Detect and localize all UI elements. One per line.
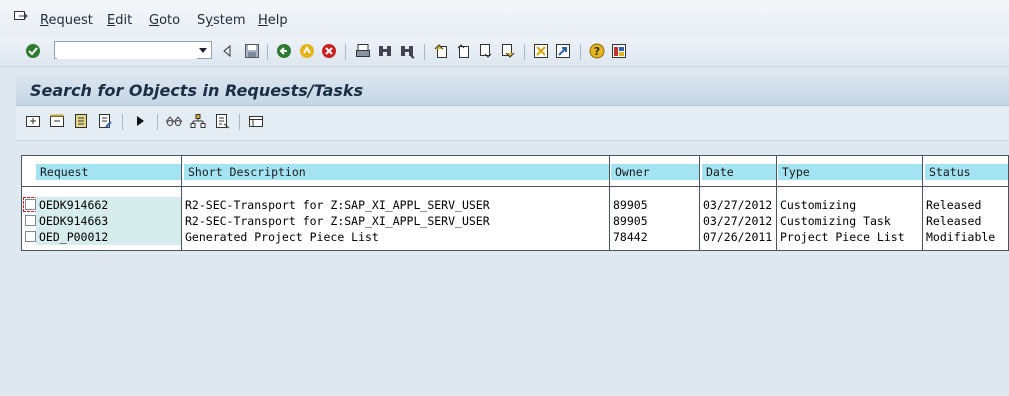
type-cell: Customizing [780, 198, 857, 212]
request-cell[interactable]: OEDK914662 [36, 197, 181, 213]
last-page-icon[interactable] [499, 42, 517, 60]
print-icon[interactable] [354, 42, 372, 60]
command-dropdown-icon[interactable] [198, 45, 208, 55]
screen-title-bar: Search for Objects in Requests/Tasks [16, 75, 1009, 106]
column-header-short-description[interactable]: Short Description [184, 164, 609, 180]
enter-icon[interactable] [24, 42, 42, 60]
row-select-checkbox[interactable] [23, 197, 38, 212]
standard-toolbar: ? [0, 36, 1009, 67]
table-row[interactable]: OED_P00012 Generated Project Piece List … [22, 229, 1008, 245]
display-icon[interactable] [72, 112, 90, 130]
find-icon[interactable] [376, 42, 394, 60]
svg-text:?: ? [594, 45, 600, 58]
menu-edit[interactable]: Edit [107, 13, 132, 28]
next-page-icon[interactable] [477, 42, 495, 60]
table-row[interactable]: OEDK914663 R2-SEC-Transport for Z:SAP_XI… [22, 213, 1008, 229]
status-cell: Modifiable [926, 230, 996, 244]
row-select-checkbox[interactable] [25, 215, 36, 226]
expand-icon[interactable] [24, 112, 42, 130]
change-icon[interactable] [96, 112, 114, 130]
menu-help[interactable]: Help [258, 13, 288, 28]
layout-icon[interactable] [247, 112, 265, 130]
back-icon[interactable] [275, 42, 293, 60]
date-cell: 03/27/2012 [703, 198, 773, 212]
request-cell[interactable]: OED_P00012 [36, 229, 181, 245]
status-cell: Released [926, 198, 982, 212]
owner-cell: 89905 [613, 214, 648, 228]
find-next-icon[interactable] [398, 42, 416, 60]
back-arrow-icon[interactable] [218, 42, 236, 60]
request-cell[interactable]: OEDK914663 [36, 213, 181, 229]
command-input[interactable] [57, 43, 197, 59]
document-icon[interactable] [213, 112, 231, 130]
description-cell: R2-SEC-Transport for Z:SAP_XI_APPL_SERV_… [185, 198, 490, 212]
help-icon[interactable]: ? [588, 42, 606, 60]
window-menu-icon[interactable] [14, 11, 28, 23]
description-cell: R2-SEC-Transport for Z:SAP_XI_APPL_SERV_… [185, 214, 490, 228]
column-header-date[interactable]: Date [702, 164, 776, 180]
row-select-checkbox[interactable] [25, 231, 36, 242]
type-cell: Customizing Task [780, 214, 891, 228]
results-table: Request Short Description Owner Date Typ… [21, 155, 1009, 251]
first-page-icon[interactable] [432, 42, 450, 60]
column-header-status[interactable]: Status [925, 164, 1008, 180]
application-toolbar [16, 106, 1009, 141]
cancel-icon[interactable] [320, 42, 338, 60]
column-header-owner[interactable]: Owner [611, 164, 699, 180]
table-row[interactable]: OEDK914662 R2-SEC-Transport for Z:SAP_XI… [22, 197, 1008, 213]
previous-page-icon[interactable] [454, 42, 472, 60]
customize-layout-icon[interactable] [610, 42, 628, 60]
execute-icon[interactable] [131, 112, 149, 130]
glasses-icon[interactable] [165, 112, 183, 130]
description-cell: Generated Project Piece List [185, 230, 379, 244]
owner-cell: 89905 [613, 198, 648, 212]
command-field[interactable] [54, 41, 212, 59]
collapse-icon[interactable] [48, 112, 66, 130]
shortcut-icon[interactable] [554, 42, 572, 60]
column-header-request[interactable]: Request [36, 164, 182, 180]
page-title: Search for Objects in Requests/Tasks [30, 81, 364, 100]
hierarchy-icon[interactable] [189, 112, 207, 130]
create-session-icon[interactable] [532, 42, 550, 60]
menu-bar: Request Edit Goto System Help [0, 0, 1009, 36]
save-icon[interactable] [243, 42, 261, 60]
column-header-type[interactable]: Type [778, 164, 922, 180]
menu-request[interactable]: Request [40, 13, 93, 28]
type-cell: Project Piece List [780, 230, 905, 244]
owner-cell: 78442 [613, 230, 648, 244]
status-cell: Released [926, 214, 982, 228]
menu-system[interactable]: System [197, 13, 246, 28]
date-cell: 07/26/2011 [703, 230, 773, 244]
date-cell: 03/27/2012 [703, 214, 773, 228]
menu-goto[interactable]: Goto [149, 13, 180, 28]
exit-icon[interactable] [298, 42, 316, 60]
